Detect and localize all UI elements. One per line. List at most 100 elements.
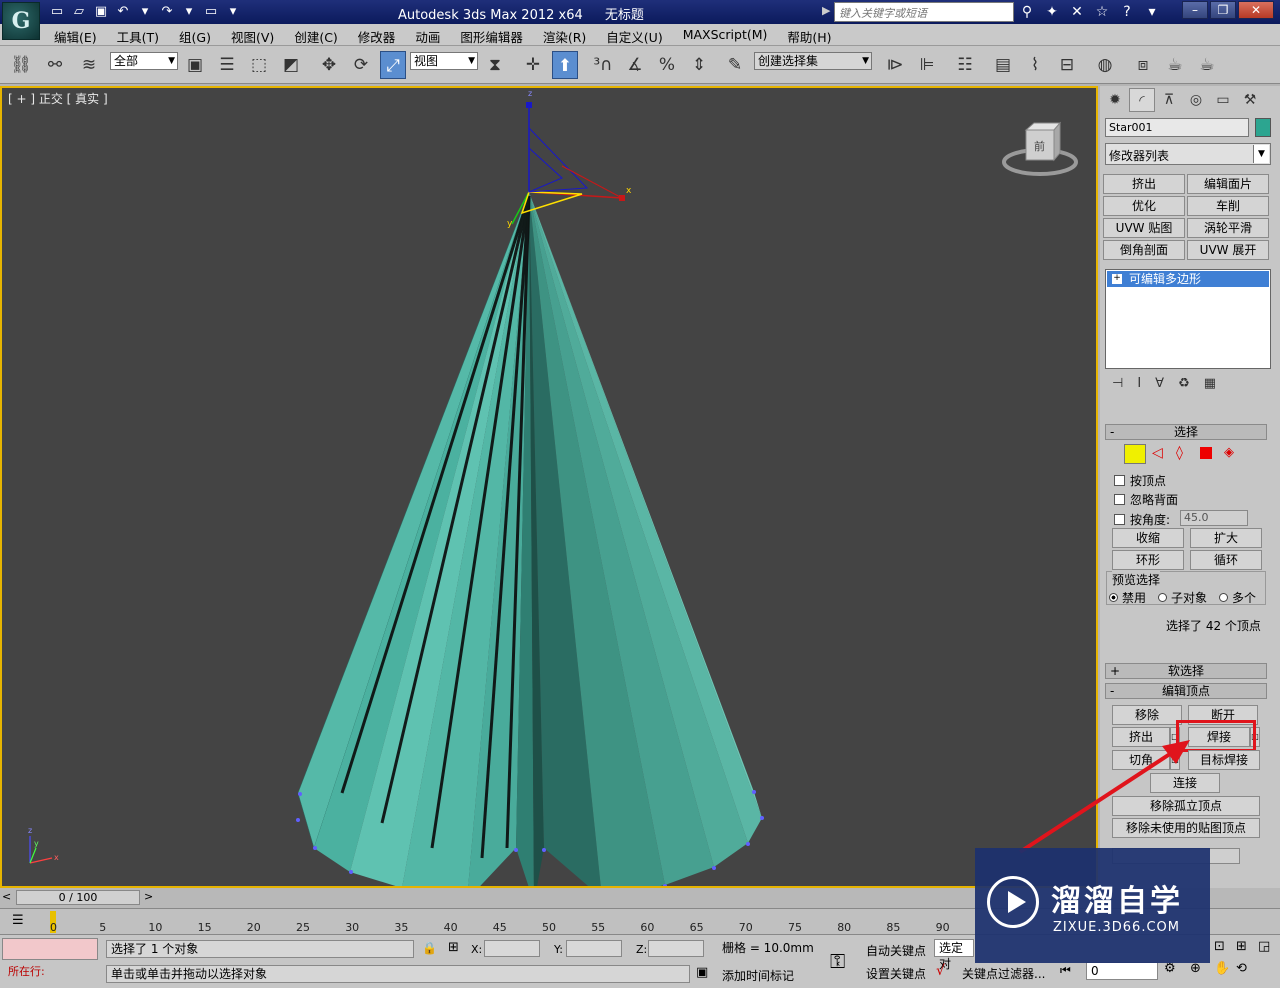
project-folder-icon[interactable]: ▭ [202, 3, 220, 20]
viewcube-icon[interactable]: 前 [1002, 120, 1078, 180]
modify-tab-icon[interactable]: ◜ [1129, 88, 1155, 112]
modifier-button[interactable]: 涡轮平滑 [1187, 218, 1269, 238]
goto-start-icon[interactable]: ⏮ [1060, 963, 1071, 978]
menu-item[interactable]: 创建(C) [294, 27, 337, 46]
object-name-field[interactable]: Star001 [1105, 118, 1249, 137]
perspective-viewport[interactable]: [ + ] 正交 [ 真实 ] z x y z x y 前 [0, 86, 1098, 888]
zoom-icon[interactable]: ⊕ [1190, 961, 1201, 976]
pan-icon[interactable]: ✋ [1214, 961, 1230, 976]
modifier-button[interactable]: UVW 贴图 [1103, 218, 1185, 238]
configure-sets-icon[interactable]: ▦ [1204, 376, 1216, 391]
zoom-extents-icon[interactable]: ⊡ [1214, 939, 1225, 954]
render-production-icon[interactable]: ☕ [1194, 51, 1220, 79]
help-icon[interactable]: ? [1116, 2, 1138, 22]
move-icon[interactable]: ✥ [316, 51, 342, 79]
close-button[interactable]: ✕ [1238, 1, 1274, 19]
utilities-tab-icon[interactable]: ⚒ [1237, 88, 1263, 112]
angle-spinner[interactable]: 45.0 [1180, 510, 1248, 526]
lock-selection-icon[interactable]: 🔒 [422, 941, 437, 955]
make-unique-icon[interactable]: ∀ [1155, 376, 1164, 391]
mirror-icon[interactable]: ⧐ [882, 51, 908, 79]
modifier-button[interactable]: 编辑面片 [1187, 174, 1269, 194]
communication-icon[interactable]: ✕ [1066, 2, 1088, 22]
align-icon[interactable]: ⊫ [914, 51, 940, 79]
selection-rollout-header[interactable]: - 选择 [1105, 424, 1267, 440]
menu-item[interactable]: 视图(V) [231, 27, 274, 46]
selection-set-dropdown[interactable]: 选定对 [934, 939, 974, 971]
loop-button[interactable]: 循环 [1190, 550, 1262, 570]
show-end-result-icon[interactable]: Ⅰ [1137, 376, 1141, 391]
polygon-mode-icon[interactable] [1200, 447, 1212, 459]
menu-item[interactable]: 修改器 [358, 27, 396, 46]
orbit-icon[interactable]: ⟲ [1236, 961, 1247, 976]
pivot-center-icon[interactable]: ⧗ [482, 51, 508, 79]
grow-button[interactable]: 扩大 [1190, 528, 1262, 548]
menu-item[interactable]: 自定义(U) [606, 27, 662, 46]
auto-key-button[interactable]: 自动关键点 [866, 942, 926, 959]
time-tag-icon[interactable]: ▣ [696, 965, 708, 980]
save-file-icon[interactable]: ▣ [92, 3, 110, 20]
vertex-mode-icon[interactable] [1124, 444, 1146, 464]
customize-qa-icon[interactable]: ▾ [224, 3, 242, 20]
scale-icon[interactable]: ⤢ [380, 51, 406, 79]
material-editor-icon[interactable]: ◍ [1092, 51, 1118, 79]
selection-filter-dropdown[interactable]: 全部 ▼ [110, 52, 178, 70]
preview-disabled-radio[interactable]: 禁用 [1109, 589, 1146, 606]
pin-stack-icon[interactable]: ⊣ [1112, 376, 1123, 391]
percent-snap-icon[interactable]: % [654, 51, 680, 79]
graphite-tools-icon[interactable]: ▤ [990, 51, 1016, 79]
add-time-tag-label[interactable]: 添加时间标记 [722, 967, 794, 984]
modifier-button[interactable]: 车削 [1187, 196, 1269, 216]
spinner-snap-icon[interactable]: ⇕ [686, 51, 712, 79]
select-object-icon[interactable]: ▣ [182, 51, 208, 79]
key-filters-button[interactable]: 关键点过滤器... [962, 965, 1045, 982]
menu-item[interactable]: 帮助(H) [787, 27, 831, 46]
search-input[interactable]: 键入关键字或短语 [834, 2, 1014, 22]
menu-item[interactable]: 图形编辑器 [460, 27, 523, 46]
layer-manager-icon[interactable]: ☷ [952, 51, 978, 79]
shrink-button[interactable]: 收缩 [1112, 528, 1184, 548]
maxscript-listener[interactable] [2, 938, 98, 960]
mini-curve-editor-icon[interactable]: ☰ [12, 913, 24, 928]
unlink-icon[interactable]: ⚯ [42, 51, 68, 79]
x-coordinate-field[interactable] [484, 940, 540, 957]
undo-dropdown-icon[interactable]: ▾ [136, 3, 154, 20]
prev-frame-icon[interactable]: < [2, 890, 11, 903]
zoom-all-icon[interactable]: ⊞ [1236, 939, 1247, 954]
rectangular-selection-icon[interactable]: ⬚ [246, 51, 272, 79]
modifier-button[interactable]: UVW 展开 [1187, 240, 1269, 260]
set-key-icon[interactable]: ⚿ [830, 949, 845, 973]
border-mode-icon[interactable]: ◊ [1176, 445, 1183, 461]
angle-snap-icon[interactable]: ∡ [622, 51, 648, 79]
modifier-button[interactable]: 挤出 [1103, 174, 1185, 194]
window-crossing-icon[interactable]: ◩ [278, 51, 304, 79]
set-key-button[interactable]: 设置关键点 [866, 965, 926, 982]
stack-item-editable-poly[interactable]: + 可编辑多边形 [1107, 271, 1269, 287]
menu-item[interactable]: 工具(T) [117, 27, 159, 46]
preview-multi-radio[interactable]: 多个 [1219, 589, 1256, 606]
select-by-name-icon[interactable]: ☰ [214, 51, 240, 79]
menu-item[interactable]: 组(G) [179, 27, 211, 46]
edge-mode-icon[interactable]: ◁ [1152, 445, 1163, 461]
ring-button[interactable]: 环形 [1112, 550, 1184, 570]
time-slider[interactable]: 0 / 100 [16, 890, 140, 905]
binoculars-icon[interactable]: ⚲ [1016, 2, 1038, 22]
named-selection-dropdown[interactable]: 创建选择集 ▼ [754, 52, 872, 70]
hierarchy-tab-icon[interactable]: ⊼ [1156, 88, 1182, 112]
edit-named-selection-icon[interactable]: ✎ [722, 51, 748, 79]
reference-coord-dropdown[interactable]: 视图 ▼ [410, 52, 478, 70]
rotate-icon[interactable]: ⟳ [348, 51, 374, 79]
motion-tab-icon[interactable]: ◎ [1183, 88, 1209, 112]
favorites-icon[interactable]: ☆ [1091, 2, 1113, 22]
remove-modifier-icon[interactable]: ♻ [1178, 376, 1190, 391]
element-mode-icon[interactable]: ◈ [1224, 445, 1234, 460]
undo-icon[interactable]: ↶ [114, 3, 132, 20]
y-coordinate-field[interactable] [566, 940, 622, 957]
expand-icon[interactable]: + [1112, 274, 1122, 284]
edit-vertices-rollout-header[interactable]: - 编辑顶点 [1105, 683, 1267, 699]
modifier-button[interactable]: 倒角剖面 [1103, 240, 1185, 260]
time-config-icon[interactable]: ⚙ [1164, 961, 1176, 976]
ignore-backfacing-checkbox[interactable]: 忽略背面 [1114, 491, 1178, 508]
preview-subobject-radio[interactable]: 子对象 [1158, 589, 1207, 606]
link-icon[interactable]: ⛓ [8, 51, 34, 79]
